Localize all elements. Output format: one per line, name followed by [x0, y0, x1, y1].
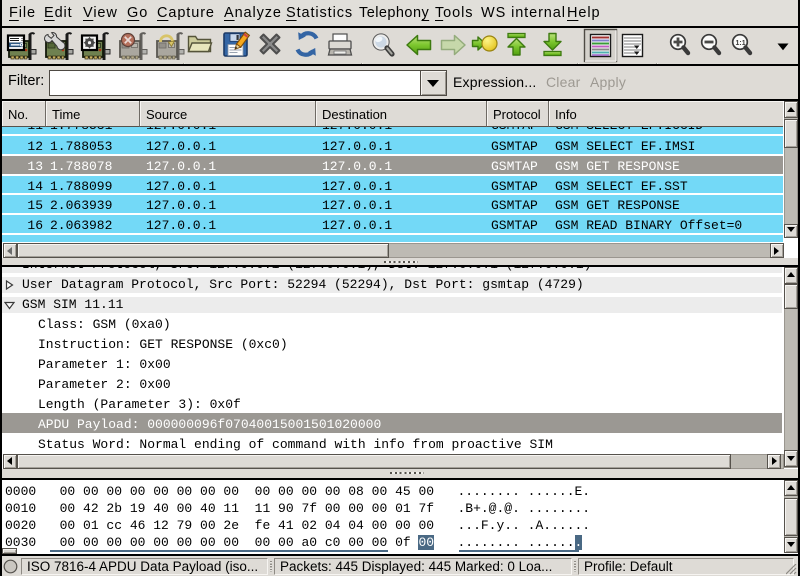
svg-text:1:1: 1:1: [736, 40, 746, 47]
